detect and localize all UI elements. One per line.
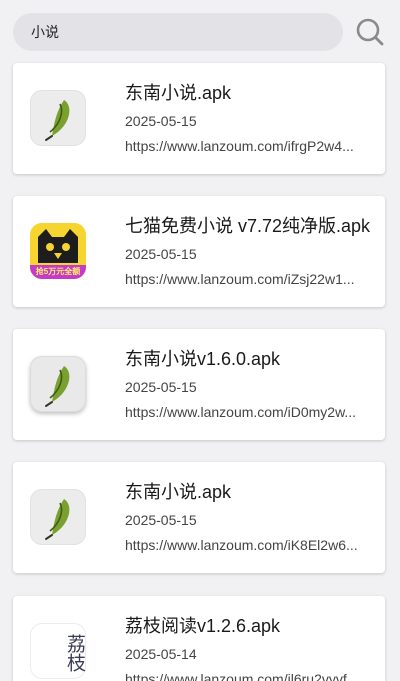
result-card[interactable]: 东南小说.apk 2025-05-15 https://www.lanzoum.… bbox=[13, 462, 385, 573]
file-date: 2025-05-15 bbox=[125, 246, 197, 262]
feather-icon bbox=[30, 90, 86, 146]
file-url[interactable]: https://www.lanzoum.com/iD0my2w... bbox=[125, 404, 369, 420]
search-input[interactable]: 小说 bbox=[13, 13, 343, 51]
file-url[interactable]: https://www.lanzoum.com/il6ru2vyvf bbox=[125, 671, 369, 681]
file-url[interactable]: https://www.lanzoum.com/ifrgP2w4... bbox=[125, 138, 369, 154]
qimao-cat-icon: 抢5万元全额 bbox=[30, 223, 86, 279]
file-date: 2025-05-15 bbox=[125, 512, 197, 528]
feather-icon bbox=[30, 489, 86, 545]
lizhi-icon-text: 荔枝 bbox=[64, 634, 86, 672]
file-name: 东南小说.apk bbox=[125, 482, 232, 502]
search-button[interactable] bbox=[352, 14, 388, 50]
search-icon bbox=[356, 18, 384, 46]
file-name: 荔枝阅读v1.2.6.apk bbox=[125, 616, 281, 636]
file-name: 东南小说.apk bbox=[125, 83, 232, 103]
file-url[interactable]: https://www.lanzoum.com/iZsj22w1... bbox=[125, 271, 369, 287]
search-query: 小说 bbox=[31, 24, 59, 40]
feather-icon bbox=[30, 356, 86, 412]
file-date: 2025-05-14 bbox=[125, 646, 197, 662]
file-date: 2025-05-15 bbox=[125, 113, 197, 129]
result-card[interactable]: 荔枝 荔枝阅读v1.2.6.apk 2025-05-14 https://www… bbox=[13, 596, 385, 681]
file-name: 东南小说v1.6.0.apk bbox=[125, 349, 281, 369]
result-card[interactable]: 东南小说v1.6.0.apk 2025-05-15 https://www.la… bbox=[13, 329, 385, 440]
icon-banner: 抢5万元全额 bbox=[35, 267, 81, 276]
result-card[interactable]: 抢5万元全额 七猫免费小说 v7.72纯净版.apk 2025-05-15 ht… bbox=[13, 196, 385, 307]
result-card[interactable]: 东南小说.apk 2025-05-15 https://www.lanzoum.… bbox=[13, 63, 385, 174]
file-date: 2025-05-15 bbox=[125, 379, 197, 395]
file-name: 七猫免费小说 v7.72纯净版.apk bbox=[125, 216, 371, 236]
lizhi-icon: 荔枝 bbox=[30, 623, 86, 679]
file-url[interactable]: https://www.lanzoum.com/iK8El2w6... bbox=[125, 537, 369, 553]
